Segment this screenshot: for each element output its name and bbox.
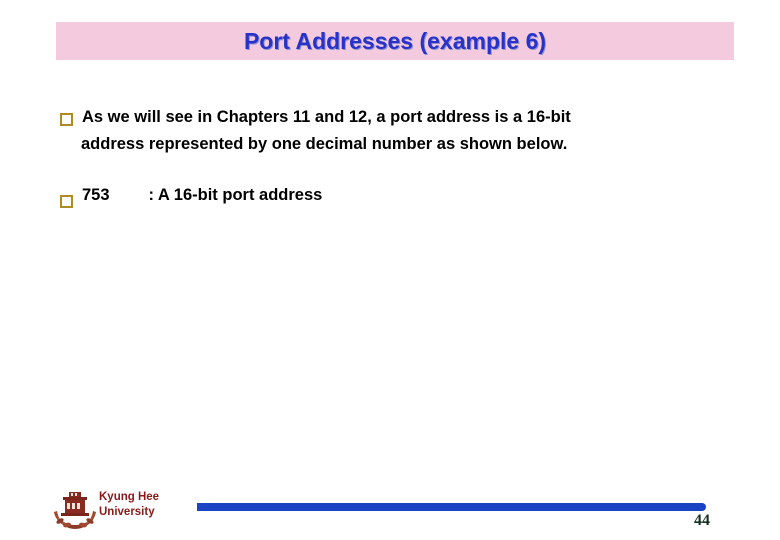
- port-address-value: 753: [82, 186, 110, 204]
- bullet-item-1-line1: As we will see in Chapters 11 and 12, a …: [82, 108, 571, 126]
- page-title: Port Addresses (example 6): [243, 28, 547, 54]
- university-name-line1: Kyung Hee: [99, 491, 160, 503]
- slide-body: As we will see in Chapters 11 and 12, a …: [58, 104, 738, 208]
- title-banner: Port Addresses (example 6): [56, 22, 734, 60]
- university-name: Kyung Hee University: [99, 490, 159, 520]
- page-number: 44: [694, 512, 710, 529]
- slide-canvas: Port Addresses (example 6) As we will se…: [0, 0, 780, 540]
- university-name-line2: University: [99, 506, 155, 518]
- bullet-item-2: 753 : A 16-bit port address: [58, 186, 738, 208]
- bullet-item-1: As we will see in Chapters 11 and 12, a …: [58, 104, 738, 158]
- university-logo-icon: [52, 488, 98, 533]
- hollow-square-bullet-icon: [60, 195, 73, 208]
- bullet-item-1-line2: address represented by one decimal numbe…: [81, 135, 568, 153]
- footer-divider-bar: [197, 503, 706, 511]
- hollow-square-bullet-icon: [60, 113, 73, 126]
- port-address-description: : A 16-bit port address: [148, 186, 323, 204]
